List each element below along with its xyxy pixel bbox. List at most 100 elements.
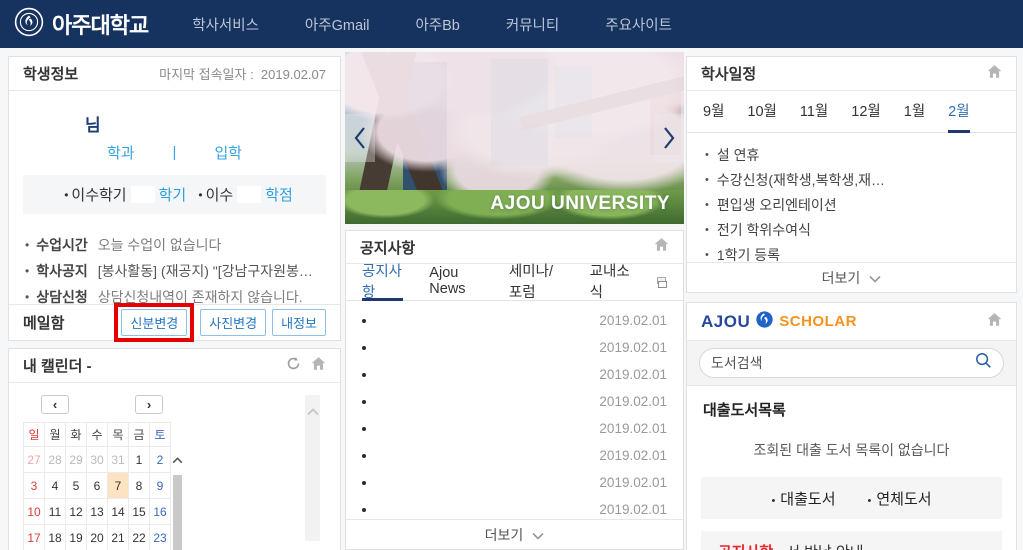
home-icon[interactable] [987,312,1002,332]
book-search-bar[interactable] [699,348,1004,378]
calendar-day[interactable]: 4 [45,473,66,499]
nav-item-ajou-gmail[interactable]: 아주Gmail [305,14,370,35]
calendar-day[interactable]: 6 [87,473,108,499]
calendar-day[interactable]: 28 [45,447,66,473]
notice-item[interactable]: 2019.02.01 [362,361,667,388]
calendar-day[interactable]: 11 [45,499,66,525]
scrollbar-thumb[interactable] [173,475,182,550]
home-icon[interactable] [987,64,1002,84]
schedule-item[interactable]: 편입생 오리엔테이션 [705,193,998,218]
notice-item[interactable]: 2019.02.01 [362,307,667,334]
bullet-icon [362,427,366,431]
notice-item[interactable]: 2019.02.01 [362,469,667,496]
tab-month-oct[interactable]: 10월 [747,91,776,133]
bullet-icon [362,400,366,404]
events-scrollbar[interactable] [305,395,320,541]
nav-item-academic-services[interactable]: 학사서비스 [192,14,259,35]
calendar-day[interactable]: 10 [24,499,45,525]
my-calendar-title: 내 캘린더 - [23,355,92,376]
credit-unit: 학점 [265,187,293,204]
my-info-button[interactable]: 내정보 [272,309,326,336]
calendar-day[interactable]: 21 [108,525,129,550]
calendar-day[interactable]: 15 [129,499,150,525]
bullet-icon [362,319,366,323]
university-logo[interactable]: 아주대학교 [14,7,148,42]
tab-month-sep[interactable]: 9월 [703,91,724,133]
notice-item[interactable]: 2019.02.01 [362,334,667,361]
calendar-day[interactable]: 9 [150,473,171,499]
calendar-day[interactable]: 30 [87,447,108,473]
calendar-day[interactable]: 14 [108,499,129,525]
calendar-day[interactable]: 20 [87,525,108,550]
calendar-scrollbar[interactable] [171,447,184,550]
notice-date: 2019.02.01 [599,421,667,436]
weekday-header: 수 [87,423,108,447]
bullet-icon [362,481,366,485]
tab-month-nov[interactable]: 11월 [800,91,828,133]
calendar-next-button[interactable]: › [135,395,163,414]
notices-more-button[interactable]: 더보기 [346,519,683,549]
popup-window-icon[interactable] [657,277,667,288]
calendar-day[interactable]: 17 [24,525,45,550]
tab-notices[interactable]: 공지사항 [362,264,403,301]
top-navbar: 아주대학교 학사서비스 아주Gmail 아주Bb 커뮤니티 주요사이트 [0,0,1023,48]
calendar-day[interactable]: 23 [150,525,171,550]
library-notice-row[interactable]: 공지사항 서 반납 안내 [701,531,1002,550]
ajou-scholar-logo[interactable]: AJOU SCHOLAR [701,310,857,334]
tab-month-feb[interactable]: 2월 [948,91,969,133]
home-icon[interactable] [311,356,326,376]
notice-item[interactable]: 2019.02.01 [362,388,667,415]
calendar-day[interactable]: 5 [66,473,87,499]
calendar-day[interactable]: 29 [66,447,87,473]
schedule-header: 학사일정 [687,57,1016,91]
university-emblem-icon [14,7,44,42]
schedule-item[interactable]: 전기 학위수여식 [705,218,998,243]
refresh-icon[interactable] [286,356,301,376]
change-status-button[interactable]: 신분변경 [121,309,187,336]
credit-label: 이수 [206,187,234,204]
calendar-day[interactable]: 13 [87,499,108,525]
mailbox-label[interactable]: 메일함 [23,312,64,333]
change-photo-button[interactable]: 사진변경 [200,309,266,336]
calendar-day[interactable]: 12 [66,499,87,525]
notice-item[interactable]: 2019.02.01 [362,415,667,442]
calendar-prev-button[interactable]: ‹ [41,395,69,414]
tab-month-dec[interactable]: 12월 [851,91,880,133]
carousel-prev-arrow[interactable] [345,114,375,162]
tab-seminar-forum[interactable]: 세미나/포럼 [509,264,564,301]
chevron-up-icon[interactable] [172,451,183,469]
calendar-day[interactable]: 27 [24,447,45,473]
tab-campus-news[interactable]: 교내소식 [590,264,631,301]
book-search-input[interactable] [711,355,975,371]
search-icon[interactable] [975,352,992,374]
carousel-next-arrow[interactable] [654,114,684,162]
calendar-day[interactable]: 16 [150,499,171,525]
nav-item-community[interactable]: 커뮤니티 [506,14,559,35]
chevron-up-icon[interactable] [307,403,319,541]
schedule-more-button[interactable]: 더보기 [687,262,1016,292]
schedule-item[interactable]: 설 연휴 [705,143,998,168]
tab-ajou-news[interactable]: Ajou News [429,264,483,301]
calendar-day[interactable]: 1 [129,447,150,473]
calendar-day[interactable]: 3 [24,473,45,499]
calendar-day[interactable]: 31 [108,447,129,473]
calendar-day[interactable]: 22 [129,525,150,550]
calendar-day[interactable]: 19 [66,525,87,550]
home-icon[interactable] [654,237,669,257]
loaned-books-link[interactable]: 대출도서 [771,488,835,509]
notice-item[interactable]: 2019.02.01 [362,442,667,469]
calendar-day[interactable]: 2 [150,447,171,473]
campus-photo-carousel: AJOU UNIVERSITY [345,52,684,224]
overdue-books-link[interactable]: 연체도서 [868,488,932,509]
tab-month-jan[interactable]: 1월 [904,91,925,133]
semester-label: 이수학기 [71,187,126,204]
schedule-item[interactable]: 수강신청(재학생,복학생,재… [705,168,998,193]
calendar-day[interactable]: 18 [45,525,66,550]
calendar-day[interactable]: 7 [108,473,129,499]
nav-item-ajou-bb[interactable]: 아주Bb [415,14,459,35]
calendar-day[interactable]: 8 [129,473,150,499]
loan-list-title: 대출도서목록 [687,386,1016,420]
nav-item-main-sites[interactable]: 주요사이트 [605,14,672,35]
academic-notice-row[interactable]: 학사공지 [봉사활동] (재공지) "[강남구자원봉사센터]… [25,262,324,280]
student-info-panel: 학생정보 마지막 접속일자 : 2019.02.07 님 학과 | 입학 •이수… [8,56,341,341]
